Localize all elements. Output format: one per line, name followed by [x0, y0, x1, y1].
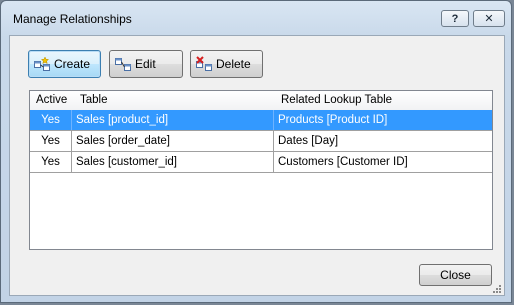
help-icon: ? — [451, 12, 459, 25]
dialog-title: Manage Relationships — [13, 12, 132, 26]
cell-table: Sales [order_date] — [72, 131, 274, 151]
cell-related-lookup-table: Customers [Customer ID] — [278, 156, 408, 168]
column-header-active[interactable]: Active — [36, 91, 67, 110]
relationships-grid[interactable]: Active Table Related Lookup Table Yes Sa… — [29, 90, 493, 250]
window-close-button[interactable]: ✕ — [473, 10, 505, 27]
delete-relationship-icon — [196, 56, 212, 72]
cell-active: Yes — [30, 131, 72, 151]
manage-relationships-dialog: Manage Relationships ? ✕ Create Edit Del… — [0, 0, 512, 303]
create-button-label: Create — [54, 57, 91, 71]
close-button-label: Close — [440, 268, 471, 282]
cell-active: Yes — [30, 110, 72, 130]
column-header-table[interactable]: Table — [80, 91, 108, 110]
delete-button-label: Delete — [216, 57, 251, 71]
delete-button[interactable]: Delete — [190, 50, 263, 78]
dialog-body: Create Edit Delete Active Table Related … — [9, 35, 505, 296]
edit-relationship-icon — [115, 56, 131, 72]
resize-grip[interactable] — [492, 283, 502, 293]
close-button[interactable]: Close — [419, 264, 492, 286]
close-icon: ✕ — [484, 13, 494, 25]
cell-table: Sales [customer_id] — [72, 152, 274, 172]
column-header-related-lookup-table[interactable]: Related Lookup Table — [281, 91, 392, 110]
cell-related-lookup-table: Products [Product ID] — [278, 114, 388, 126]
table-row[interactable]: Yes Sales [customer_id] Customers [Custo… — [30, 152, 492, 173]
grid-header: Active Table Related Lookup Table — [30, 91, 492, 111]
title-bar[interactable]: Manage Relationships ? ✕ — [1, 1, 511, 35]
edit-button-label: Edit — [135, 57, 156, 71]
table-row[interactable]: Yes Sales [product_id] Products [Product… — [30, 110, 492, 131]
cell-table: Sales [product_id] — [72, 110, 274, 130]
cell-related-lookup-table: Dates [Day] — [278, 135, 339, 147]
cell-active: Yes — [30, 152, 72, 172]
help-button[interactable]: ? — [441, 10, 469, 27]
create-button[interactable]: Create — [28, 50, 101, 78]
edit-button[interactable]: Edit — [109, 50, 183, 78]
table-row[interactable]: Yes Sales [order_date] Dates [Day] — [30, 131, 492, 152]
create-relationship-icon — [34, 56, 50, 72]
